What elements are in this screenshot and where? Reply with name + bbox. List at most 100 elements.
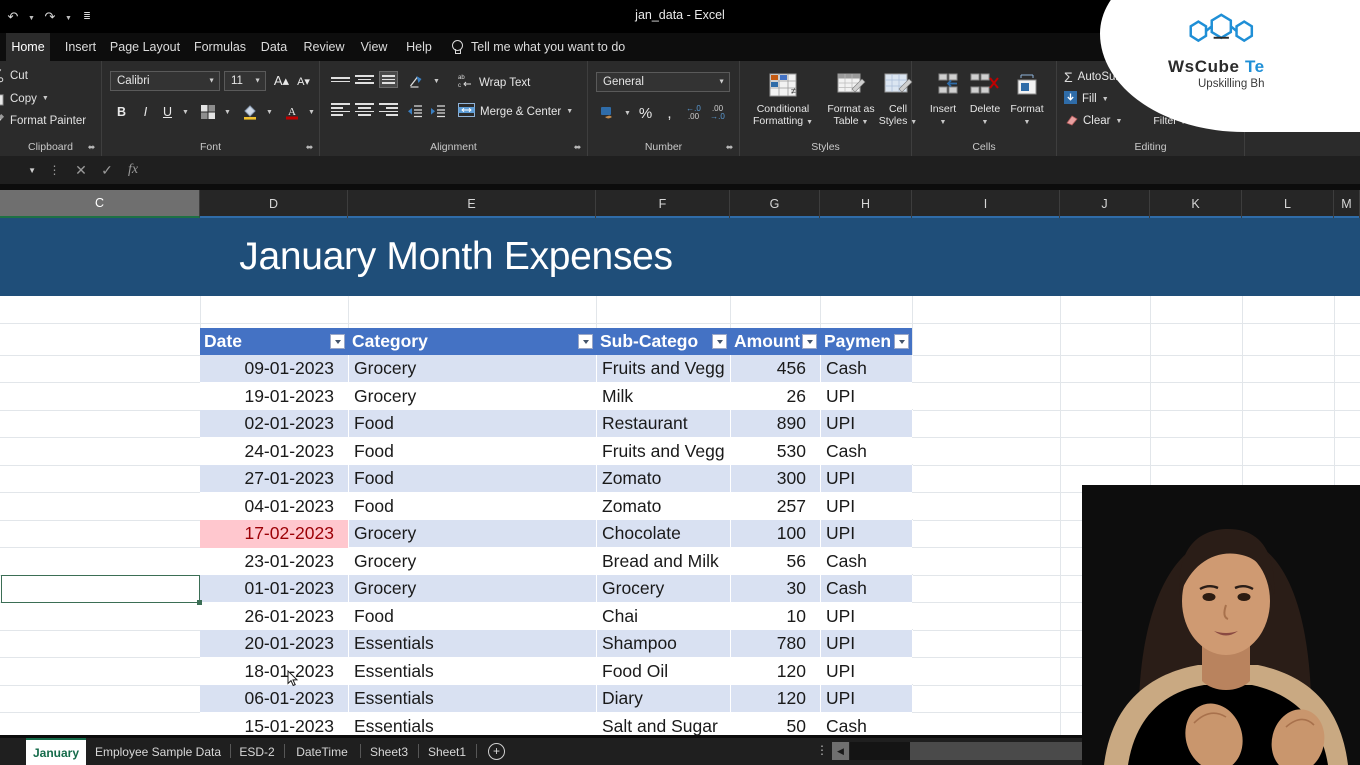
scroll-left-icon[interactable]: ◀ [832, 742, 849, 760]
column-header-G[interactable]: G [730, 190, 820, 218]
table-cell-sub[interactable]: Chai [596, 603, 730, 631]
ribbon-tab-view[interactable]: View [355, 33, 393, 61]
cancel-formula-button[interactable]: ✕ [68, 159, 94, 181]
table-cell-date[interactable]: 27-01-2023 [200, 465, 348, 493]
filter-dropdown-icon[interactable] [894, 334, 909, 349]
table-cell-payment[interactable]: Cash [820, 355, 912, 383]
table-cell-sub[interactable]: Zomato [596, 493, 730, 521]
table-cell-date[interactable]: 20-01-2023 [200, 630, 348, 658]
filter-dropdown-icon[interactable] [802, 334, 817, 349]
wrap-text-button[interactable]: ab c Wrap Text [458, 73, 530, 92]
ribbon-tab-insert[interactable]: Insert [58, 33, 103, 61]
table-cell-category[interactable]: Essentials [348, 685, 596, 713]
increase-decimal-button[interactable]: ←.0.00 [684, 103, 703, 123]
table-cell-sub[interactable]: Chocolate [596, 520, 730, 548]
sheet-tab-employee-sample-data[interactable]: Employee Sample Data [86, 738, 230, 765]
table-cell-date[interactable]: 06-01-2023 [200, 685, 348, 713]
table-cell-date[interactable]: 19-01-2023 [200, 383, 348, 411]
table-cell-amount[interactable]: 300 [730, 465, 820, 493]
table-cell-payment[interactable]: UPI [820, 520, 912, 548]
insert-function-button[interactable]: fx [120, 159, 146, 181]
table-cell-category[interactable]: Food [348, 493, 596, 521]
number-format-chevron-down-icon[interactable]: ▼ [718, 79, 725, 86]
split-handle[interactable]: ⋮ [816, 744, 828, 757]
copy-chevron-down-icon[interactable]: ▼ [42, 95, 49, 102]
fill-button[interactable]: Fill ▼ [1064, 91, 1109, 107]
dialog-launcher-icon[interactable]: ⬌ [86, 142, 97, 153]
table-cell-category[interactable]: Grocery [348, 548, 596, 576]
table-cell-category[interactable]: Food [348, 603, 596, 631]
accounting-format-icon[interactable] [598, 103, 617, 123]
table-cell-category[interactable]: Food [348, 410, 596, 438]
ribbon-tab-page-layout[interactable]: Page Layout [105, 33, 185, 61]
filter-dropdown-icon[interactable] [330, 334, 345, 349]
add-sheet-button[interactable]: + [488, 743, 505, 760]
delete-cells-button[interactable]: Delete ▼ [962, 69, 1008, 143]
underline-button[interactable]: U [158, 102, 177, 122]
align-bottom-button[interactable] [379, 71, 398, 88]
format-chevron-down-icon[interactable]: ▼ [1024, 119, 1031, 126]
borders-icon[interactable] [198, 102, 217, 122]
table-cell-sub[interactable]: Milk [596, 383, 730, 411]
table-cell-amount[interactable]: 50 [730, 713, 820, 735]
table-cell-amount[interactable]: 530 [730, 438, 820, 466]
table-cell-amount[interactable]: 26 [730, 383, 820, 411]
table-cell-date[interactable]: 24-01-2023 [200, 438, 348, 466]
font-size-chevron-down-icon[interactable]: ▼ [254, 78, 261, 85]
table-cell-date[interactable]: 23-01-2023 [200, 548, 348, 576]
table-cell-payment[interactable]: Cash [820, 713, 912, 735]
table-cell-category[interactable]: Food [348, 438, 596, 466]
table-row[interactable]: 18-01-2023 Essentials Food Oil 120 UPI [200, 657, 913, 686]
table-cell-payment[interactable]: UPI [820, 630, 912, 658]
font-name-chevron-down-icon[interactable]: ▼ [208, 78, 215, 85]
sheet-tab-sheet1[interactable]: Sheet1 [418, 738, 476, 765]
table-cell-sub[interactable]: Bread and Milk [596, 548, 730, 576]
table-cell-date[interactable]: 01-01-2023 [200, 575, 348, 603]
table-cell-sub[interactable]: Zomato [596, 465, 730, 493]
insert-cells-button[interactable]: Insert ▼ [920, 69, 966, 143]
column-header-F[interactable]: F [596, 190, 730, 218]
clear-chevron-down-icon[interactable]: ▼ [1115, 118, 1122, 125]
format-cells-button[interactable]: Format ▼ [1004, 69, 1050, 143]
table-row[interactable]: 26-01-2023 Food Chai 10 UPI [200, 602, 913, 631]
table-cell-date[interactable]: 09-01-2023 [200, 355, 348, 383]
table-cell-amount[interactable]: 120 [730, 685, 820, 713]
decrease-decimal-button[interactable]: .00 →.0 [708, 103, 727, 123]
decrease-font-size-button[interactable]: A▾ [294, 71, 313, 91]
dialog-launcher-icon[interactable]: ⬌ [572, 142, 583, 153]
filter-dropdown-icon[interactable] [578, 334, 593, 349]
font-color-icon[interactable]: A [282, 102, 301, 122]
table-row[interactable]: 09-01-2023 Grocery Fruits and Vegg 456 Cash [200, 355, 913, 383]
align-middle-button[interactable] [355, 71, 374, 88]
number-format-select[interactable]: General ▼ [596, 72, 730, 92]
align-right-button[interactable] [379, 101, 398, 118]
cf-chevron-down-icon[interactable]: ▼ [806, 119, 813, 126]
table-row[interactable]: 15-01-2023 Essentials Salt and Sugar 50 Cash [200, 712, 913, 735]
accounting-chevron-down-icon[interactable]: ▼ [618, 103, 637, 123]
column-header-C[interactable]: C [0, 190, 200, 218]
borders-chevron-down-icon[interactable]: ▼ [218, 102, 237, 122]
table-cell-payment[interactable]: UPI [820, 383, 912, 411]
table-row[interactable]: 24-01-2023 Food Fruits and Vegg 530 Cash [200, 437, 913, 466]
table-cell-payment[interactable]: UPI [820, 685, 912, 713]
dialog-launcher-icon[interactable]: ⬌ [304, 142, 315, 153]
sheet-tab-esd-2[interactable]: ESD-2 [230, 738, 284, 765]
table-row[interactable]: 02-01-2023 Food Restaurant 890 UPI [200, 410, 913, 438]
table-cell-payment[interactable]: Cash [820, 548, 912, 576]
sheet-tab-datetime[interactable]: DateTime [284, 738, 360, 765]
table-cell-amount[interactable]: 120 [730, 658, 820, 686]
column-header-L[interactable]: L [1242, 190, 1334, 218]
cut-button[interactable]: Cut [0, 68, 28, 83]
enter-formula-button[interactable]: ✓ [94, 159, 120, 181]
table-cell-payment[interactable]: Cash [820, 575, 912, 603]
table-cell-sub[interactable]: Fruits and Vegg [596, 355, 730, 383]
conditional-formatting-button[interactable]: ≠ Conditional Formatting ▼ [746, 69, 820, 143]
align-left-button[interactable] [331, 101, 350, 118]
fill-color-icon[interactable] [240, 102, 259, 122]
grid-row[interactable] [0, 296, 1360, 324]
column-header-D[interactable]: D [200, 190, 348, 218]
table-cell-amount[interactable]: 456 [730, 355, 820, 383]
tell-me-search[interactable]: Tell me what you want to do [450, 33, 625, 61]
table-cell-category[interactable]: Grocery [348, 355, 596, 383]
table-row[interactable]: 01-01-2023 Grocery Grocery 30 Cash [200, 575, 913, 603]
